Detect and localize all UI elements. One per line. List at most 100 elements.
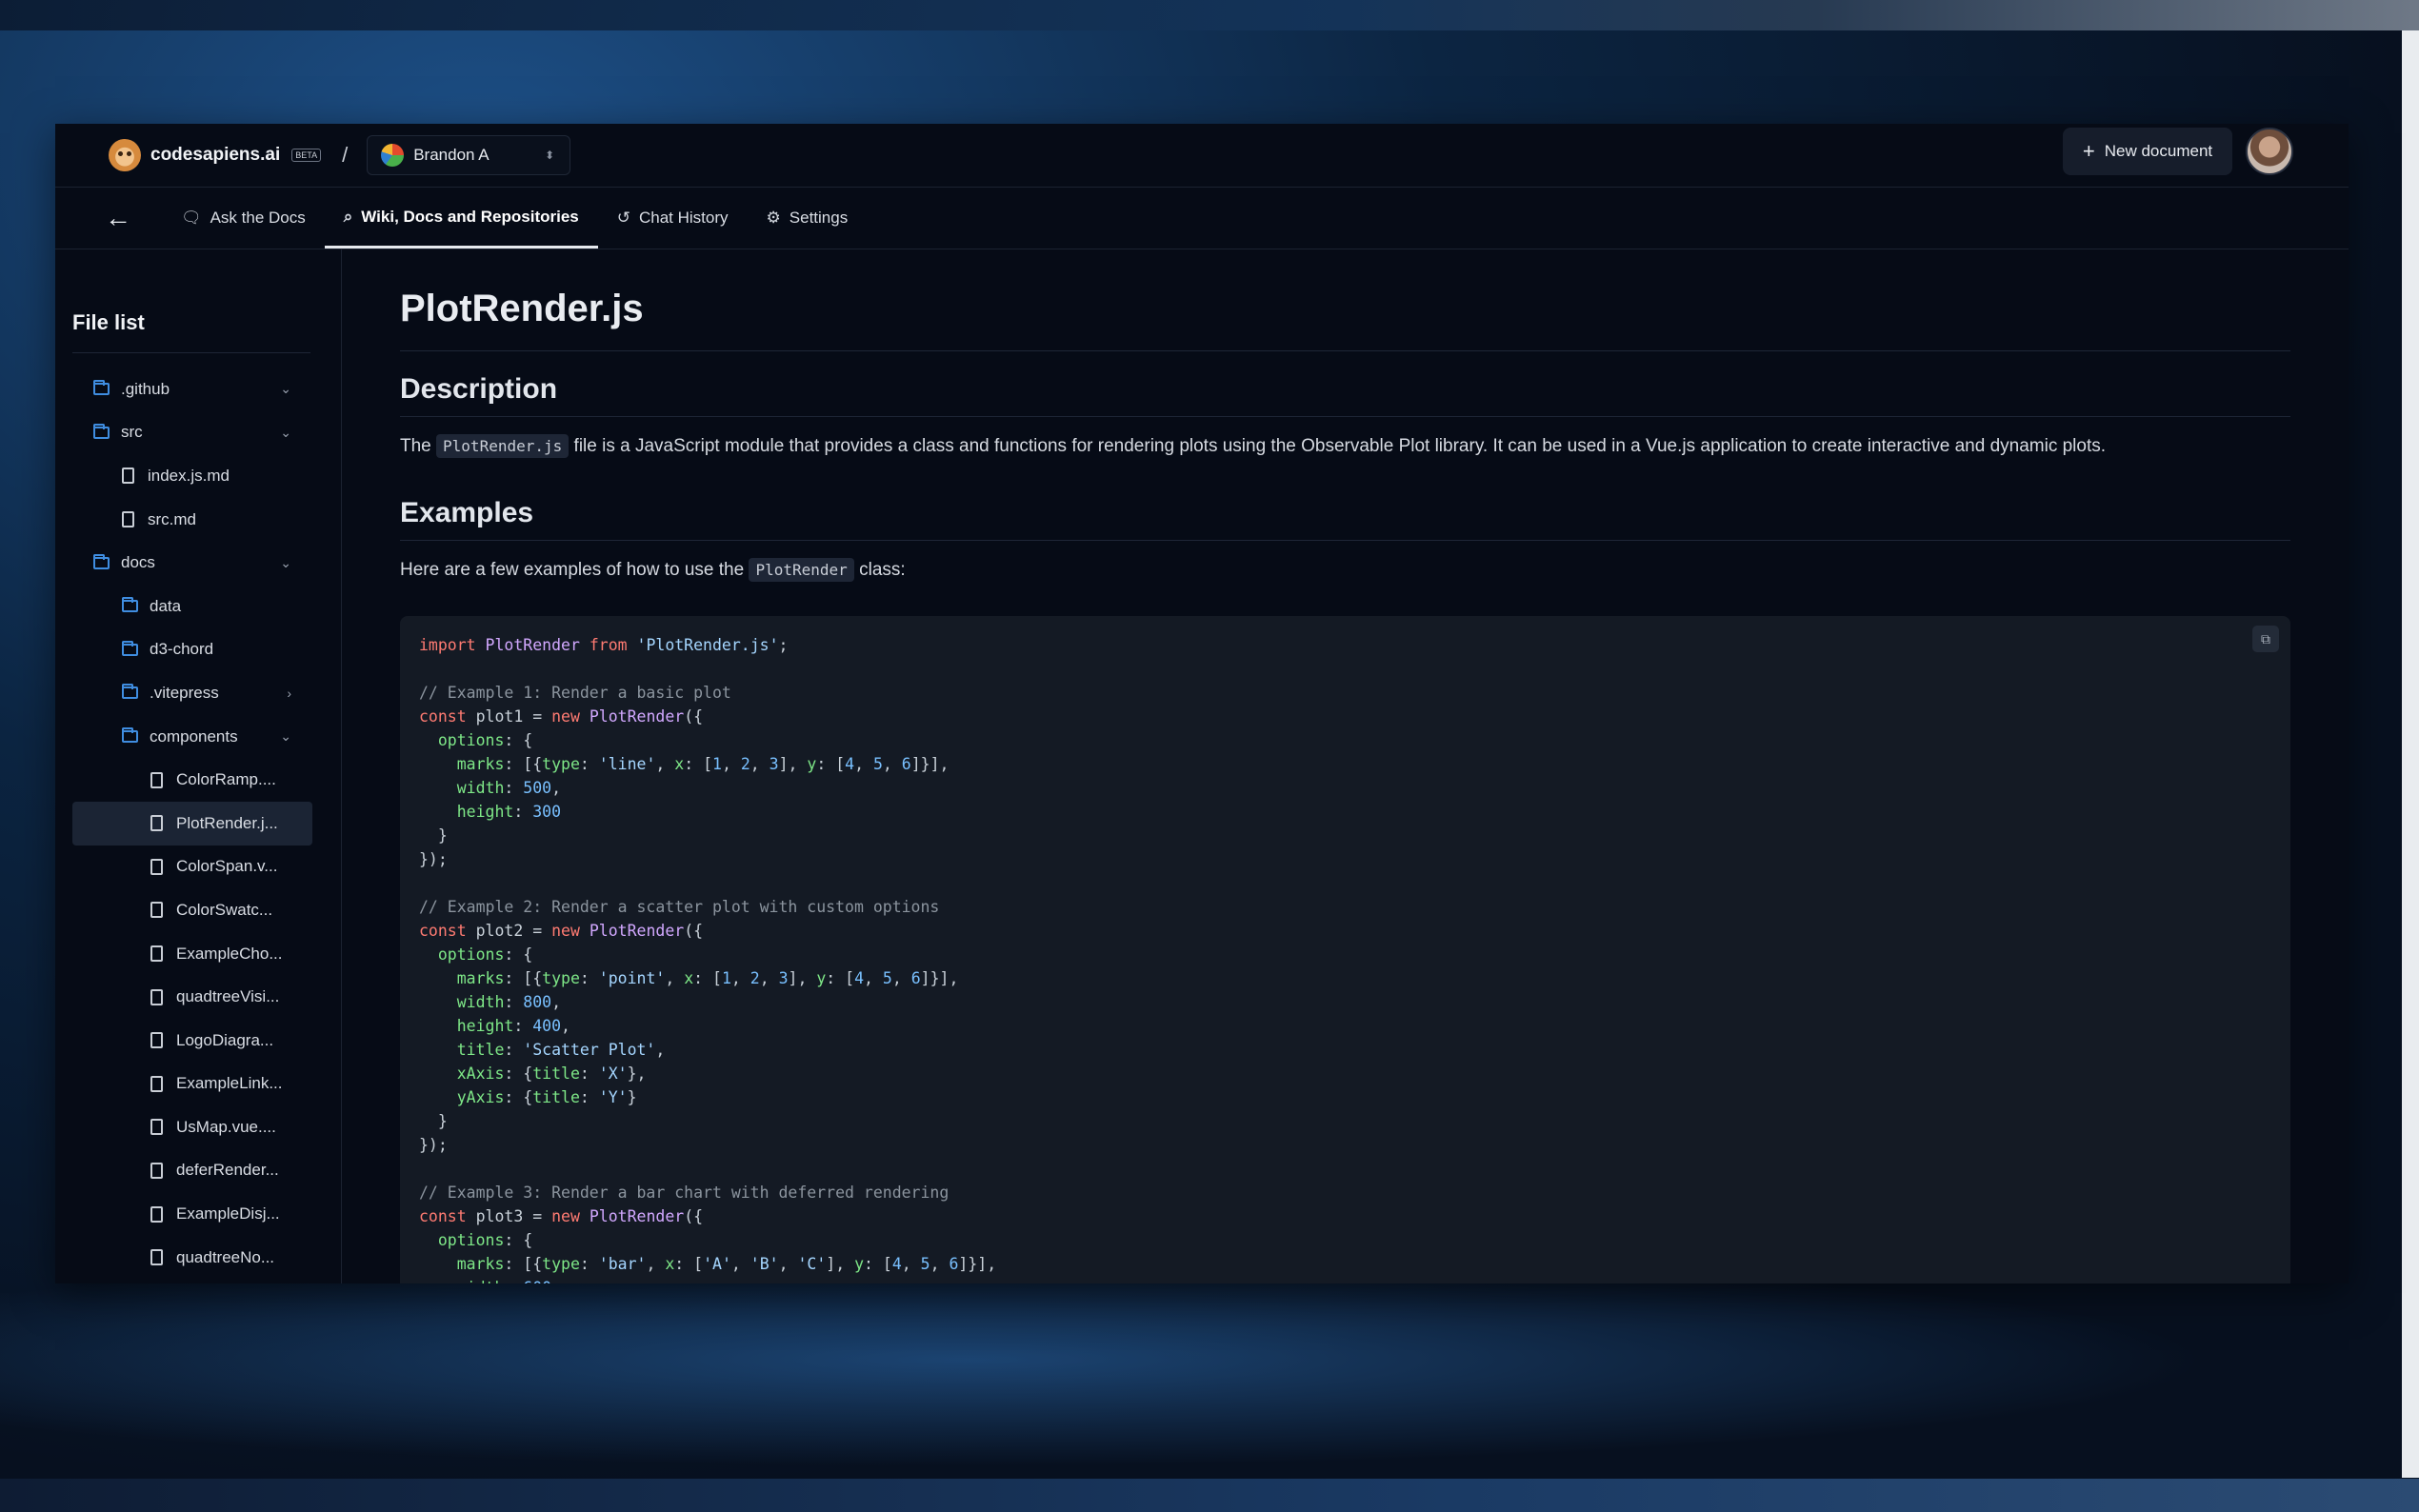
brand-name: codesapiens.ai [150, 145, 281, 165]
folder-icon [93, 423, 110, 439]
file-list-title: File list [72, 310, 145, 334]
examples-text: class: [859, 560, 906, 580]
tree-file-exampledisj[interactable]: ExampleDisj... [72, 1192, 312, 1236]
workspace-selector[interactable]: Brandon A ⬍ [367, 135, 571, 175]
tree-item-label: data [150, 596, 182, 615]
tree-item-label: quadtreeNo... [176, 1247, 275, 1266]
search-icon: ⌕ [343, 207, 353, 226]
file-icon [150, 1075, 163, 1092]
copy-icon[interactable]: ⧉ [2252, 626, 2279, 652]
tree-folder-docs[interactable]: docs ⌄ [72, 541, 312, 585]
tree-item-label: d3-chord [150, 640, 214, 659]
file-icon [150, 1162, 163, 1179]
file-icon [150, 1205, 163, 1223]
divider [400, 540, 2290, 541]
file-icon [150, 1119, 163, 1136]
history-icon: ↺ [616, 209, 630, 227]
tree-item-label: deferRender... [176, 1161, 279, 1180]
back-arrow-icon[interactable]: ← [101, 201, 135, 235]
tree-file-colorramp[interactable]: ColorRamp.... [72, 758, 312, 802]
chevron-down-icon: ⌄ [280, 728, 291, 745]
tree-file-deferrender[interactable]: deferRender... [72, 1149, 312, 1193]
divider [400, 350, 2290, 351]
tab-label: Chat History [639, 209, 729, 227]
background-band-bottom [0, 1479, 2419, 1512]
examples-heading: Examples [400, 497, 534, 528]
tree-file-quadtreeno[interactable]: quadtreeNo... [72, 1236, 312, 1280]
tree-item-label: components [150, 726, 238, 746]
file-icon [122, 511, 134, 528]
tree-file-quadtreevisi[interactable]: quadtreeVisi... [72, 975, 312, 1019]
tree-item-label: .github [121, 379, 170, 398]
description-heading: Description [400, 373, 558, 405]
tree-item-label: docs [121, 553, 155, 572]
tree-item-label: ColorSpan.v... [176, 857, 278, 876]
description-text: The [400, 436, 431, 456]
new-document-button[interactable]: + New document [2063, 128, 2232, 175]
background-band-top [0, 0, 2419, 30]
tab-list: 🗨 Ask the Docs ⌕ Wiki, Docs and Reposito… [162, 188, 867, 249]
tree-folder-data[interactable]: data [72, 585, 312, 628]
tab-settings[interactable]: ⚙ Settings [748, 188, 868, 249]
tab-ask-the-docs[interactable]: 🗨 Ask the Docs [162, 188, 325, 249]
tree-item-label: src.md [148, 509, 196, 528]
user-avatar[interactable] [2246, 128, 2293, 175]
tree-item-label: ColorSwatc... [176, 900, 273, 919]
tree-item-label: ExampleCho... [176, 944, 283, 963]
description-paragraph: The PlotRender.js file is a JavaScript m… [400, 434, 2107, 458]
tree-file-usmap[interactable]: UsMap.vue.... [72, 1105, 312, 1149]
file-tree: .github ⌄ src ⌄ index.js.md src.md docs ⌄ d… [72, 368, 312, 1279]
tree-item-label: .vitepress [150, 683, 219, 702]
tree-item-label: src [121, 423, 143, 442]
tree-folder-d3-chord[interactable]: d3-chord [72, 628, 312, 672]
folder-icon [122, 684, 138, 700]
examples-text: Here are a few examples of how to use th… [400, 560, 745, 580]
tree-file-examplelink[interactable]: ExampleLink... [72, 1063, 312, 1106]
monkey-logo-icon [109, 139, 141, 171]
tree-item-label: PlotRender.j... [176, 813, 278, 832]
file-icon [150, 771, 163, 788]
tab-label: Wiki, Docs and Repositories [361, 207, 579, 226]
code-block[interactable]: ⧉ import PlotRender from 'PlotRender.js'… [400, 616, 2290, 1283]
tree-file-src-md[interactable]: src.md [72, 498, 312, 542]
tab-wiki-docs-repositories[interactable]: ⌕ Wiki, Docs and Repositories [324, 188, 598, 249]
tree-folder-components[interactable]: components ⌄ [72, 715, 312, 759]
inline-code: PlotRender [749, 558, 854, 582]
chevron-down-icon: ⌄ [280, 554, 291, 570]
file-icon [150, 988, 163, 1005]
file-icon [150, 945, 163, 963]
background-glow [0, 1276, 2419, 1485]
document-content: PlotRender.js Description The PlotRender… [400, 249, 2290, 1283]
tree-folder-vitepress[interactable]: .vitepress › [72, 671, 312, 715]
workspace-avatar-icon [381, 144, 405, 167]
tree-item-label: ExampleDisj... [176, 1204, 280, 1224]
tree-item-label: quadtreeVisi... [176, 987, 280, 1006]
divider [72, 352, 310, 353]
brand[interactable]: codesapiens.ai BETA / Brandon A ⬍ [109, 135, 571, 175]
folder-icon [122, 597, 138, 613]
description-text: file is a JavaScript module that provide… [573, 436, 2107, 456]
file-icon [122, 468, 134, 485]
plus-icon: + [2082, 139, 2095, 163]
tree-folder-src[interactable]: src ⌄ [72, 411, 312, 455]
tree-file-index-js-md[interactable]: index.js.md [72, 454, 312, 498]
tab-label: Ask the Docs [210, 209, 306, 227]
workspace-name: Brandon A [413, 146, 490, 164]
tab-chat-history[interactable]: ↺ Chat History [598, 188, 748, 249]
tree-item-label: LogoDiagra... [176, 1030, 274, 1049]
tree-file-colorswatch[interactable]: ColorSwatc... [72, 888, 312, 932]
folder-icon [93, 380, 110, 396]
examples-paragraph: Here are a few examples of how to use th… [400, 558, 906, 582]
chevron-down-icon: ⌄ [280, 424, 291, 440]
beta-badge: BETA [291, 149, 322, 162]
tree-file-plotrender-selected[interactable]: PlotRender.j... [72, 801, 312, 846]
folder-icon [122, 727, 138, 744]
updown-chevron-icon: ⬍ [545, 149, 555, 162]
tree-file-colorspan[interactable]: ColorSpan.v... [72, 846, 312, 889]
tree-item-label: ExampleLink... [176, 1074, 283, 1093]
tree-file-logodiagram[interactable]: LogoDiagra... [72, 1019, 312, 1063]
chevron-down-icon: ⌄ [280, 381, 291, 397]
chat-bubble-icon: 🗨 [181, 209, 202, 227]
tree-file-examplechord[interactable]: ExampleCho... [72, 932, 312, 976]
tree-folder-github[interactable]: .github ⌄ [72, 368, 312, 411]
